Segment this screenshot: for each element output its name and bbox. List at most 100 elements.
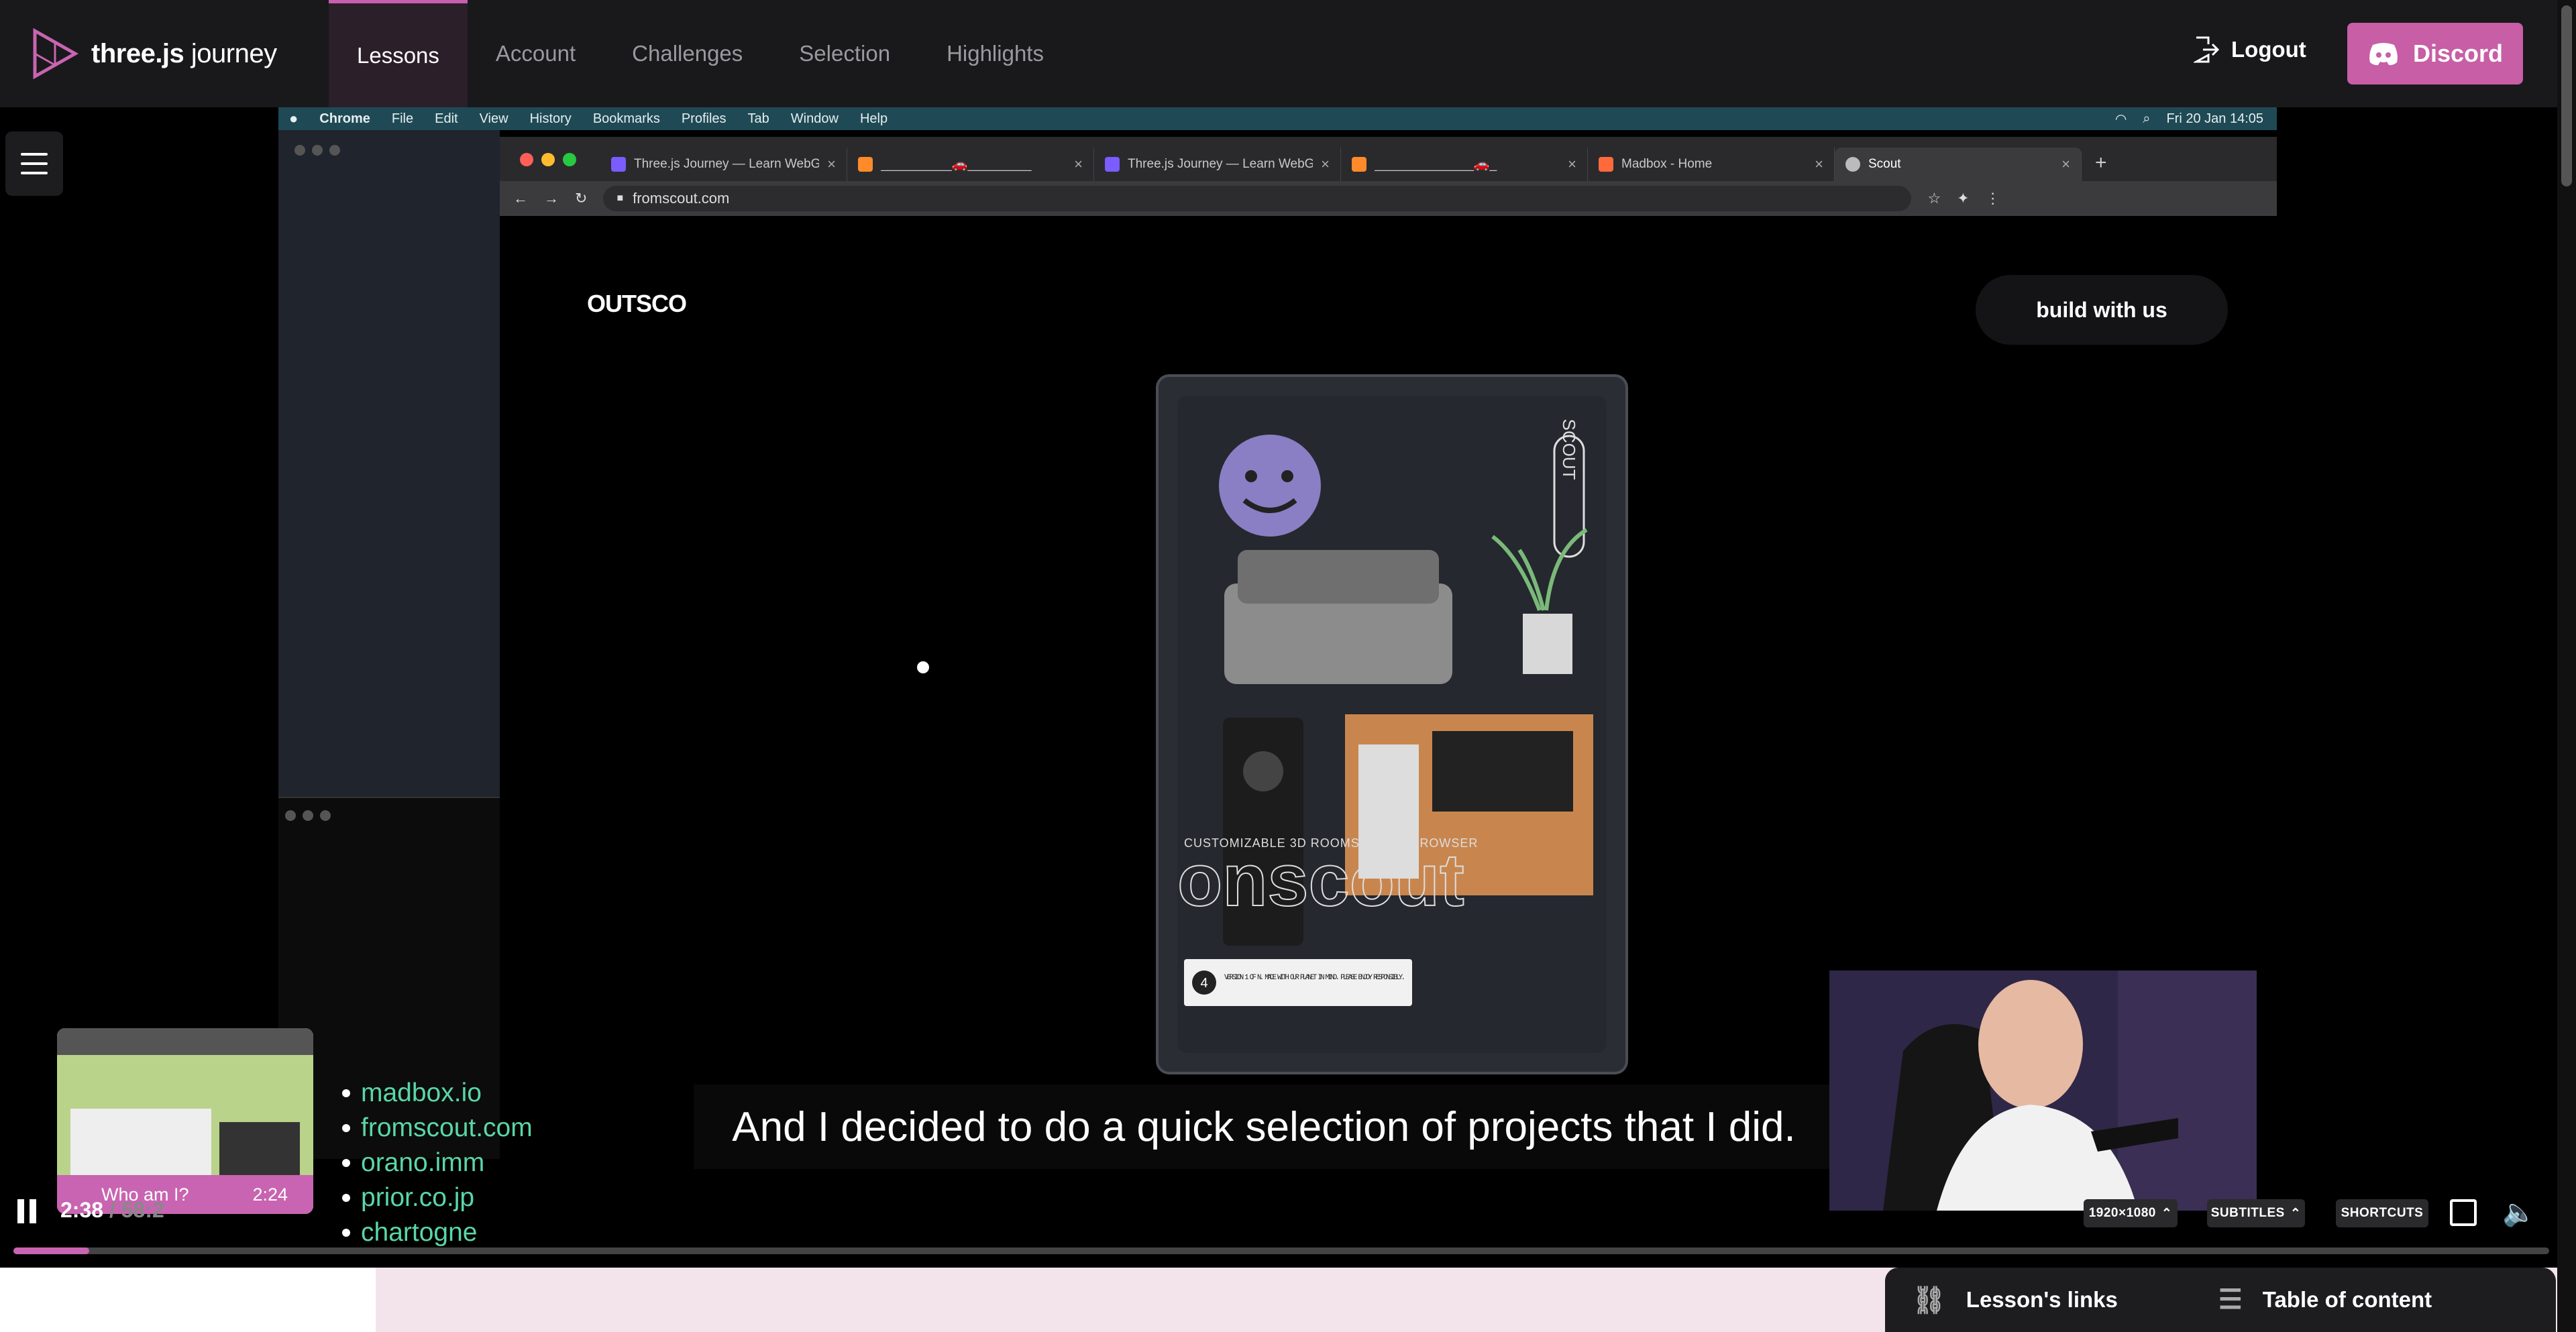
- table-of-content-button[interactable]: ☰ Table of content: [2218, 1284, 2432, 1315]
- threejs-logo-icon: [33, 27, 79, 80]
- address-url: fromscout.com: [633, 190, 730, 207]
- mac-menubar: ● Chrome File Edit View History Bookmark…: [278, 107, 2277, 130]
- minimize-window-icon: [541, 153, 555, 166]
- tab-title: Madbox - Home: [1621, 157, 1713, 171]
- tab-title: Scout: [1868, 157, 1901, 171]
- wifi-icon: ◠: [2114, 112, 2127, 127]
- pause-button[interactable]: [17, 1199, 36, 1223]
- lesson-side-panel: ⛓ Lesson's links ☰ Table of content: [1885, 1268, 2556, 1332]
- tab-title: Three.js Journey — Learn WebGL: [634, 157, 820, 171]
- mac-menu-chrome: Chrome: [319, 111, 370, 126]
- logout-label: Logout: [2231, 37, 2306, 62]
- extensions-icon: ✦: [1957, 190, 1970, 207]
- lessons-links-button[interactable]: ⛓ Lesson's links: [1912, 1284, 2118, 1316]
- browser-tab: Three.js Journey — Learn WebGL ×: [600, 148, 847, 181]
- window-dots-lower: [285, 810, 331, 821]
- brand-logo[interactable]: three.js journey: [31, 27, 277, 80]
- tab-close-icon: ×: [1074, 156, 1083, 172]
- tab-close-icon: ×: [1815, 156, 1823, 172]
- subtitles-button[interactable]: SUBTITLES ⌃: [2207, 1199, 2305, 1227]
- tab-favicon-icon: [1599, 157, 1613, 172]
- list-item: madbox.io: [342, 1076, 533, 1111]
- forward-icon: →: [544, 190, 559, 207]
- address-bar: ■ fromscout.com: [603, 186, 1912, 211]
- nav-challenges[interactable]: Challenges: [604, 0, 771, 107]
- mac-status-area: ◠ ⌕ Fri 20 Jan 14:05: [2115, 111, 2263, 127]
- apple-icon: ●: [289, 110, 299, 127]
- top-navigation: three.js journey Lessons Account Challen…: [0, 0, 2576, 107]
- list-item: orano.imm: [342, 1146, 533, 1180]
- subtitle-caption: And I decided to do a quick selection of…: [694, 1085, 1834, 1169]
- scout-vertical-label: SCOUT: [1559, 419, 1579, 480]
- list-item: fromscout.com: [342, 1111, 533, 1146]
- lessons-links-label: Lesson's links: [1966, 1287, 2118, 1312]
- build-with-us-button: build with us: [1976, 275, 2228, 345]
- tab-favicon-icon: [1845, 157, 1860, 172]
- tab-favicon-icon: [858, 157, 873, 172]
- smiley-icon: [1219, 435, 1321, 537]
- video-player[interactable]: ● Chrome File Edit View History Bookmark…: [0, 107, 2576, 1268]
- nav-selection[interactable]: Selection: [771, 0, 918, 107]
- pause-icon: [17, 1199, 24, 1223]
- fullscreen-icon[interactable]: [2450, 1199, 2477, 1226]
- duration: 58:2: [121, 1198, 164, 1222]
- tab-close-icon: ×: [1321, 156, 1330, 172]
- tab-title: ______________🚗_: [1375, 158, 1497, 172]
- nav-highlights[interactable]: Highlights: [918, 0, 1072, 107]
- mac-menu-bookmarks: Bookmarks: [592, 111, 660, 126]
- page-scrollbar[interactable]: [2557, 0, 2576, 1332]
- mac-menu-help: Help: [859, 111, 888, 126]
- presenter-image: [1829, 970, 2257, 1211]
- list-item: chartogne: [342, 1215, 533, 1250]
- resolution-button[interactable]: 1920×1080 ⌃: [2084, 1199, 2178, 1227]
- tab-favicon-icon: [1105, 157, 1120, 172]
- chapter-preview-time: 2:24: [252, 1184, 288, 1205]
- back-icon: ←: [513, 190, 528, 207]
- mac-menu-view: View: [479, 111, 508, 126]
- list-item: prior.co.jp: [342, 1180, 533, 1215]
- tab-favicon-icon: [611, 157, 626, 172]
- tab-favicon-icon: [1352, 157, 1366, 172]
- logout-button[interactable]: Logout: [2194, 35, 2306, 64]
- mac-menu-tab: Tab: [747, 111, 769, 126]
- table-of-content-label: Table of content: [2262, 1287, 2432, 1312]
- lock-icon: ■: [616, 192, 624, 204]
- mac-menu-profiles: Profiles: [681, 111, 727, 126]
- lesson-link-list: madbox.io fromscout.com orano.imm prior.…: [342, 1076, 533, 1250]
- main-nav: Lessons Account Challenges Selection Hig…: [329, 0, 1072, 107]
- browser-tab: Three.js Journey — Learn WebGL ×: [1094, 148, 1341, 181]
- new-tab-icon: +: [2095, 152, 2107, 174]
- reload-icon: ↻: [575, 190, 588, 207]
- brand-name: three.js journey: [91, 38, 277, 68]
- tab-title: Three.js Journey — Learn WebGL: [1128, 157, 1313, 171]
- discord-button[interactable]: Discord: [2347, 23, 2523, 85]
- chevron-up-icon: ⌃: [2161, 1206, 2173, 1221]
- resolution-label: 1920×1080: [2088, 1206, 2156, 1220]
- menu-icon[interactable]: [5, 131, 63, 196]
- browser-toolbar: ← → ↻ ■ fromscout.com ☆ ✦ ⋮: [500, 181, 2277, 216]
- tab-close-icon: ×: [2061, 156, 2070, 172]
- search-icon: ⌕: [2143, 111, 2151, 126]
- traffic-lights: [520, 153, 576, 166]
- browser-tab: ______________🚗_ ×: [1341, 148, 1588, 181]
- volume-icon[interactable]: 🔈: [2502, 1199, 2536, 1226]
- current-time: 2:38: [60, 1198, 104, 1222]
- mac-menu-history: History: [529, 111, 572, 126]
- nav-lessons[interactable]: Lessons: [329, 0, 468, 107]
- window-dots: [294, 145, 340, 156]
- progress-track[interactable]: [13, 1247, 2549, 1254]
- maximize-window-icon: [563, 153, 576, 166]
- mac-menu-edit: Edit: [435, 111, 458, 126]
- discord-label: Discord: [2412, 40, 2504, 67]
- mac-menu-window: Window: [790, 111, 839, 126]
- shortcuts-button[interactable]: SHORTCUTS: [2336, 1199, 2428, 1227]
- scrollbar-thumb[interactable]: [2561, 5, 2572, 186]
- scout-big-word: onscout: [1177, 839, 1464, 922]
- browser-tab: __________🚗_________ ×: [847, 148, 1094, 181]
- discord-icon: [2369, 43, 2398, 66]
- progress-fill: [13, 1247, 90, 1254]
- mouse-cursor: [917, 661, 929, 673]
- tab-close-icon: ×: [827, 156, 836, 172]
- list-icon: ☰: [2218, 1285, 2243, 1315]
- nav-account[interactable]: Account: [468, 0, 604, 107]
